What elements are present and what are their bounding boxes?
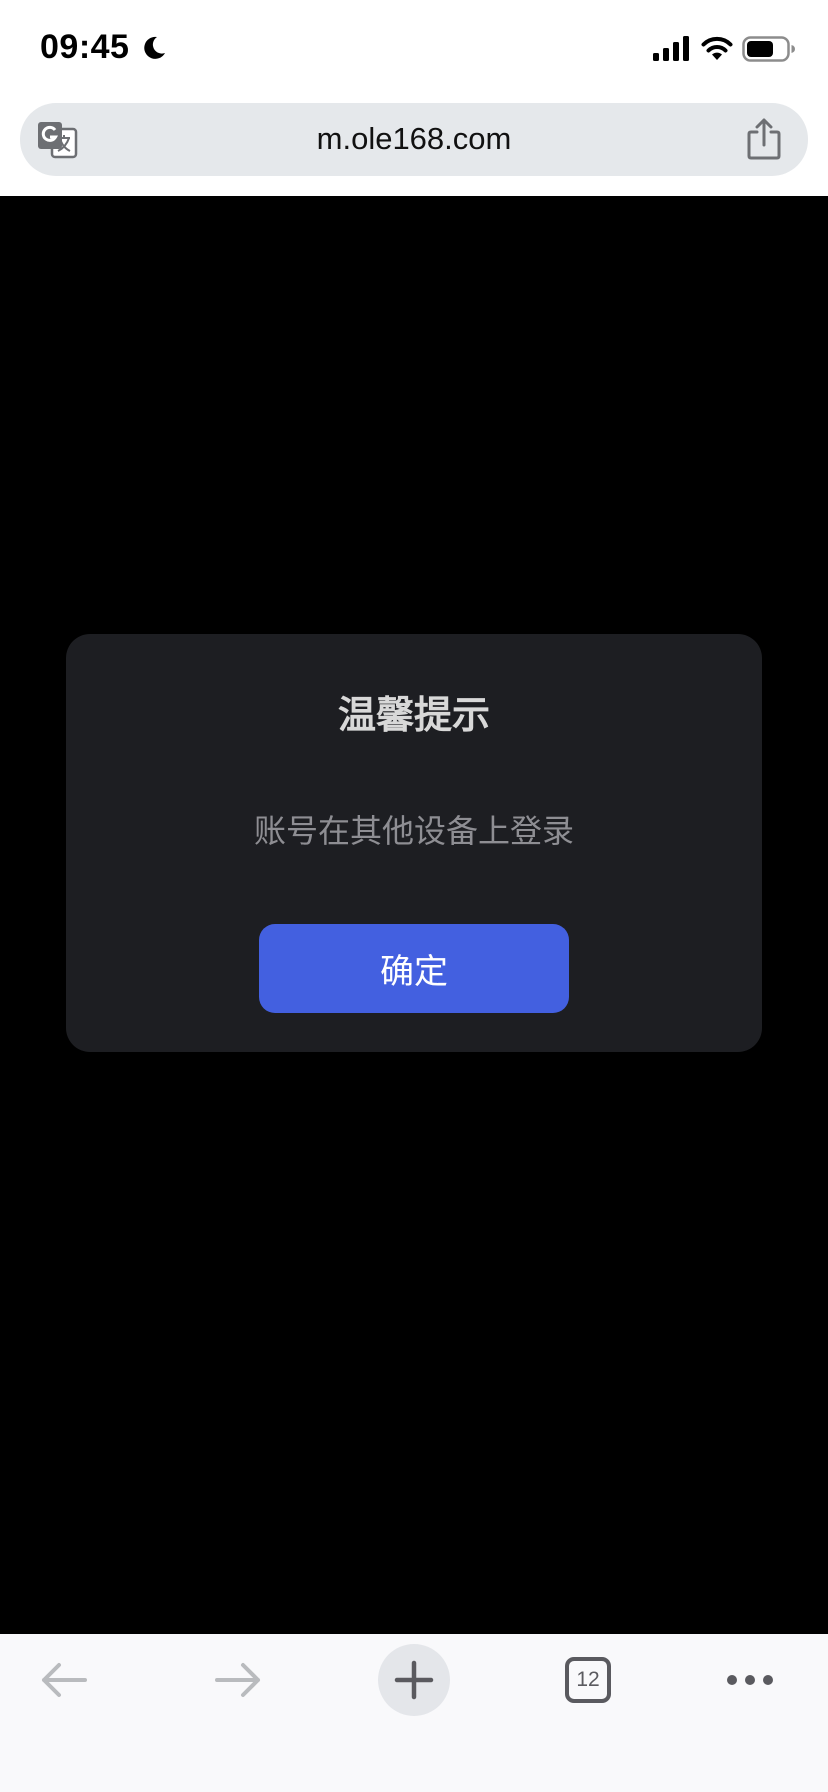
alert-dialog: 温馨提示 账号在其他设备上登录 确定 (66, 634, 762, 1052)
more-button[interactable] (714, 1644, 786, 1716)
address-bar[interactable]: m.ole168.com (20, 103, 808, 176)
ellipsis-icon (727, 1675, 773, 1685)
share-icon[interactable] (746, 117, 782, 161)
wifi-icon (701, 36, 733, 60)
tabs-button[interactable]: 12 (552, 1644, 624, 1716)
moon-icon (144, 36, 165, 59)
url-text[interactable]: m.ole168.com (20, 121, 808, 157)
browser-toolbar: 12 (0, 1634, 828, 1792)
dialog-message: 账号在其他设备上登录 (253, 812, 574, 850)
confirm-button[interactable]: 确定 (259, 924, 569, 1013)
status-time: 09:45 (40, 28, 130, 66)
forward-button[interactable] (202, 1644, 274, 1716)
cellular-signal-icon (653, 36, 689, 61)
arrow-right-icon (215, 1663, 260, 1697)
browser-screen: 09:45 m.ole168.com 温馨提示 账号在其他设备上登录 确定 12 (0, 0, 828, 1792)
dialog-title: 温馨提示 (337, 693, 490, 737)
tab-count: 12 (565, 1657, 611, 1703)
arrow-left-icon (42, 1663, 87, 1697)
new-tab-button[interactable] (378, 1644, 450, 1716)
back-button[interactable] (28, 1644, 100, 1716)
status-bar: 09:45 (0, 0, 828, 100)
plus-icon (394, 1660, 434, 1700)
battery-icon (742, 36, 795, 62)
web-content: 温馨提示 账号在其他设备上登录 确定 (0, 196, 828, 1634)
